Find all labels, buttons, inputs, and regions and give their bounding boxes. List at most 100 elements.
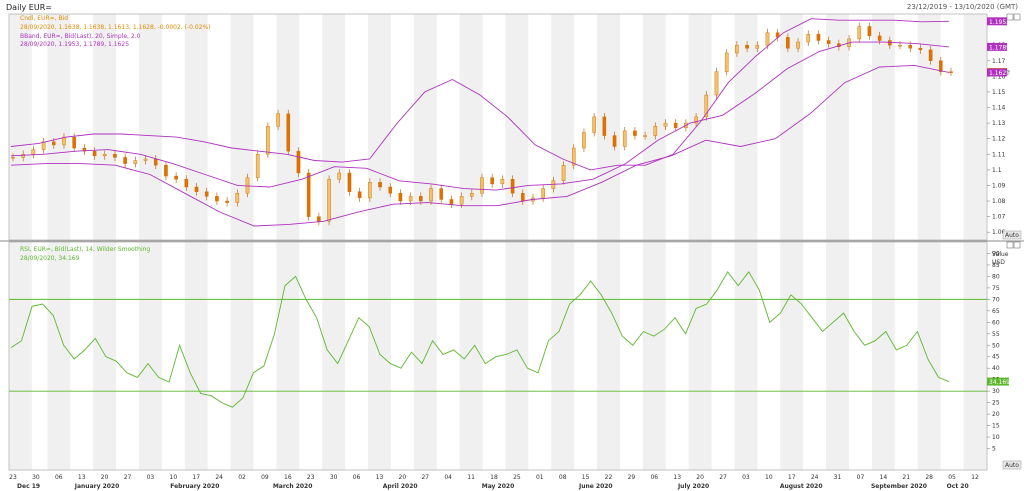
x-day-label: 13: [673, 474, 681, 481]
x-day-label: 10: [765, 474, 773, 481]
rsi-tick-label: 60: [992, 319, 1000, 326]
x-day-label: 23: [9, 474, 17, 481]
x-day-label: 15: [582, 474, 590, 481]
chart-canvas[interactable]: 1.181.171.161.151.141.131.121.111.11.091…: [0, 0, 1024, 491]
x-day-label: 18: [490, 474, 498, 481]
price-candle: [663, 122, 668, 127]
x-day-label: 14: [880, 474, 888, 481]
price-candle: [928, 49, 933, 61]
x-day-label: 20: [696, 474, 704, 481]
x-day-label: 01: [536, 474, 544, 481]
price-tick-label: 1.17: [992, 58, 1006, 65]
price-candle: [378, 182, 382, 188]
price-candle: [857, 26, 862, 40]
price-candle: [347, 172, 352, 192]
price-candle: [714, 71, 719, 96]
price-candle: [918, 48, 923, 51]
week-band-price: [184, 14, 208, 240]
week-band-rsi: [597, 242, 620, 470]
price-candle: [235, 193, 240, 203]
week-band-rsi: [505, 242, 529, 470]
price-candle: [755, 44, 760, 49]
x-month-label: April 2020: [383, 483, 418, 490]
x-day-label: 23: [307, 474, 315, 481]
chart-window: Daily EUR= 23/12/2019 - 13/10/2020 (GMT)…: [0, 0, 1024, 491]
price-candle: [113, 154, 117, 158]
week-band-price: [597, 14, 620, 240]
rsi-tick-label: 45: [992, 354, 1000, 361]
rsi-tick-label: 10: [992, 434, 1000, 441]
rsi-tick-label: 80: [992, 273, 1000, 280]
x-day-label: 05: [948, 474, 956, 481]
price-candle: [255, 154, 260, 178]
price-legend-line-1: Cndl, EUR=, Bid: [20, 15, 69, 22]
price-candle: [898, 44, 902, 47]
price-candle: [633, 130, 637, 136]
week-band-price: [322, 14, 346, 240]
price-candle: [806, 34, 811, 43]
price-candle: [653, 126, 658, 136]
x-day-label: 17: [788, 474, 796, 481]
week-band-rsi: [871, 242, 895, 470]
price-candle: [419, 196, 423, 202]
price-candle: [31, 149, 36, 155]
x-month-label: January 2020: [74, 483, 120, 490]
week-band-rsi: [642, 242, 666, 470]
week-band-rsi: [9, 242, 32, 470]
price-tag-label: 1.1789: [989, 44, 1010, 51]
rsi-tick-label: 25: [992, 400, 1000, 407]
rsi-tick-label: 65: [992, 308, 1000, 315]
x-day-label: 25: [513, 474, 521, 481]
x-day-label: 06: [55, 474, 63, 481]
rsi-legend-line-2: 28/09/2020, 34.169: [20, 255, 80, 262]
rsi-current-label: 34.169: [989, 379, 1010, 386]
week-band-price: [505, 14, 529, 240]
week-band-price: [230, 14, 254, 240]
rsi-tick-label: 15: [992, 423, 1000, 430]
price-candle: [72, 136, 76, 149]
price-candle: [143, 158, 148, 161]
price-candle: [867, 26, 872, 37]
price-candle: [327, 179, 331, 222]
price-candle: [520, 193, 525, 202]
price-candle: [102, 154, 107, 157]
price-tick-label: 1.14: [992, 105, 1006, 112]
price-candle: [643, 135, 647, 137]
week-band-rsi: [459, 242, 483, 470]
x-day-label: 12: [971, 474, 979, 481]
x-month-label: Dec 19: [17, 483, 40, 490]
week-band-rsi: [963, 242, 987, 470]
x-month-label: March 2020: [273, 483, 313, 490]
auto-scale-label: Auto: [1005, 462, 1019, 469]
price-candle: [612, 135, 617, 147]
week-band-rsi: [917, 242, 941, 470]
x-day-label: 20: [399, 474, 407, 481]
week-band-rsi: [826, 242, 849, 470]
price-legend-line-3: BBand, EUR=, Bid(Last), 20, Simple, 2.0: [20, 33, 141, 40]
price-candle: [296, 150, 301, 174]
price-candle: [92, 150, 97, 157]
x-day-label: 13: [78, 474, 86, 481]
week-band-rsi: [551, 242, 575, 470]
x-day-label: 22: [605, 474, 613, 481]
price-candle: [51, 141, 56, 146]
week-band-price: [138, 14, 162, 240]
price-candle: [826, 40, 831, 44]
rsi-tick-label: 90: [992, 250, 1000, 257]
rsi-tick-label: 70: [992, 296, 1000, 303]
week-band-price: [963, 14, 987, 240]
price-candle: [510, 179, 515, 194]
price-candle: [459, 196, 464, 205]
x-day-label: 30: [32, 474, 40, 481]
price-candle: [877, 35, 882, 41]
rsi-tick-label: 50: [992, 342, 1000, 349]
x-day-label: 02: [238, 474, 246, 481]
price-candle: [908, 44, 913, 49]
rsi-legend-line-1: RSI, EUR=, Bid(Last), 14, Wilder Smoothi…: [20, 246, 151, 253]
price-candle: [408, 196, 413, 202]
price-candle: [561, 164, 566, 181]
x-day-label: 07: [857, 474, 865, 481]
price-candle: [164, 164, 168, 177]
panel-control-icon: [1006, 13, 1014, 21]
price-candle: [429, 188, 433, 202]
